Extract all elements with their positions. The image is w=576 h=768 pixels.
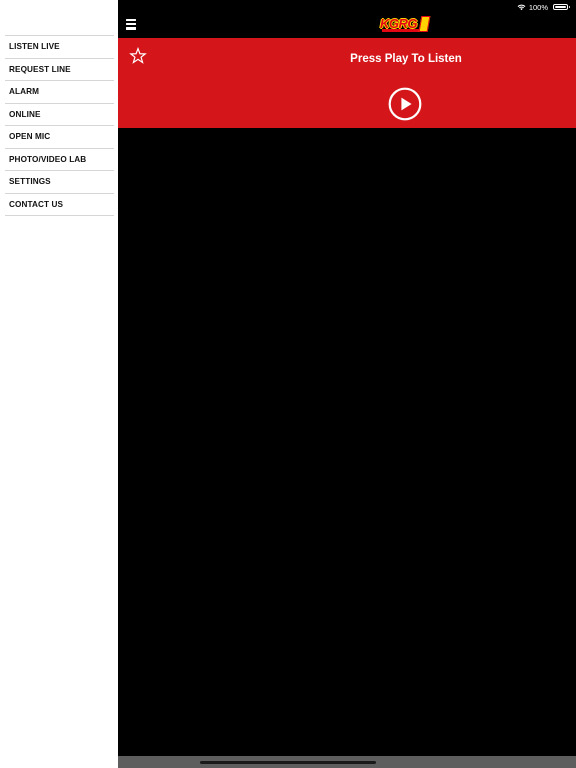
battery-fill xyxy=(555,6,566,8)
player-title: Press Play To Listen xyxy=(350,53,462,65)
sidebar-item-online[interactable]: ONLINE xyxy=(5,104,114,126)
play-icon[interactable] xyxy=(388,87,422,121)
home-bar xyxy=(118,756,576,768)
hamburger-icon[interactable] xyxy=(126,19,136,30)
status-indicators: 100% xyxy=(517,2,570,12)
sidebar-menu: LISTEN LIVE REQUEST LINE ALARM ONLINE OP… xyxy=(5,35,114,216)
battery-percentage: 100% xyxy=(528,2,548,12)
wifi-icon xyxy=(517,4,526,11)
nav-bar: KGRG xyxy=(118,14,576,37)
station-logo: KGRG xyxy=(380,16,432,34)
sidebar: LISTEN LIVE REQUEST LINE ALARM ONLINE OP… xyxy=(0,0,118,768)
sidebar-item-contact-us[interactable]: CONTACT US xyxy=(5,194,114,216)
sidebar-item-settings[interactable]: SETTINGS xyxy=(5,171,114,194)
sidebar-item-alarm[interactable]: ALARM xyxy=(5,81,114,104)
main-panel: 100% KGRG Press Play To Listen xyxy=(118,0,576,768)
sidebar-item-photo-video-lab[interactable]: PHOTO/VIDEO LAB xyxy=(5,149,114,171)
sidebar-item-open-mic[interactable]: OPEN MIC xyxy=(5,126,114,149)
logo-bar xyxy=(382,29,420,32)
status-bar: 100% xyxy=(118,0,576,14)
sidebar-item-request-line[interactable]: REQUEST LINE xyxy=(5,59,114,81)
battery-icon xyxy=(553,4,570,10)
sidebar-item-listen-live[interactable]: LISTEN LIVE xyxy=(5,36,114,59)
player-panel: Press Play To Listen xyxy=(118,38,576,128)
home-indicator[interactable] xyxy=(200,760,376,764)
logo-badge xyxy=(418,16,431,32)
app-screen: LISTEN LIVE REQUEST LINE ALARM ONLINE OP… xyxy=(0,0,576,768)
